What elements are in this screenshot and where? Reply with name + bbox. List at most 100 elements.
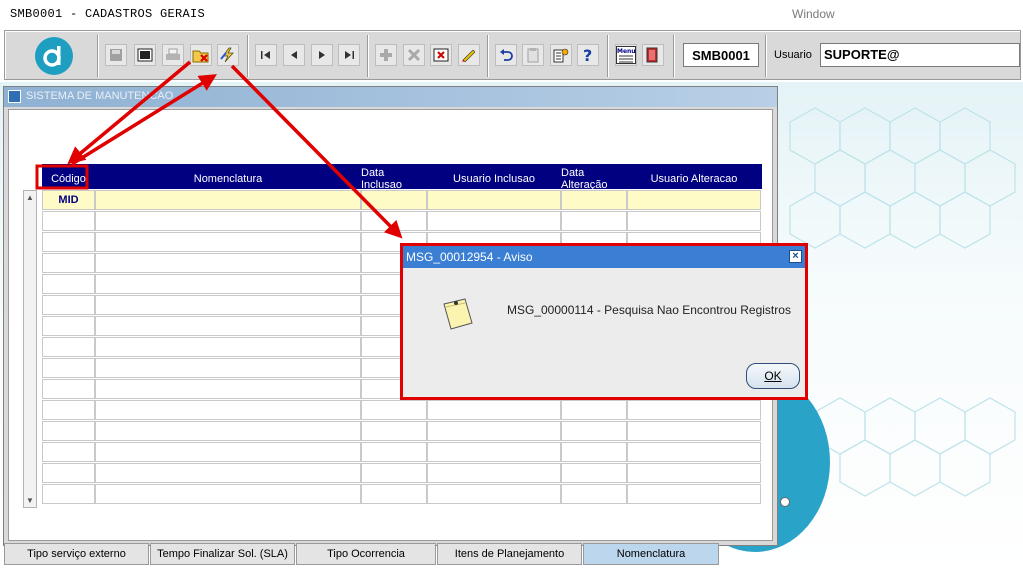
- table-cell[interactable]: [42, 316, 95, 336]
- table-cell[interactable]: [42, 337, 95, 357]
- execute-query-button[interactable]: [217, 44, 239, 66]
- table-cell[interactable]: MID: [42, 190, 95, 210]
- table-cell[interactable]: [427, 484, 561, 504]
- table-cell[interactable]: [95, 400, 361, 420]
- insert-record-button[interactable]: [375, 44, 397, 66]
- table-cell[interactable]: [361, 400, 427, 420]
- undo-icon: [500, 49, 513, 61]
- table-cell[interactable]: [427, 190, 561, 210]
- table-cell[interactable]: [427, 400, 561, 420]
- close-icon[interactable]: ×: [789, 250, 802, 263]
- tab-tipo-ocorrencia[interactable]: Tipo Ocorrencia: [296, 543, 436, 565]
- table-cell[interactable]: [561, 442, 627, 462]
- undo-button[interactable]: [495, 44, 517, 66]
- previous-record-button[interactable]: [283, 44, 305, 66]
- save-button[interactable]: [105, 44, 127, 66]
- table-cell[interactable]: [95, 253, 361, 273]
- table-cell[interactable]: [627, 400, 761, 420]
- tab-itens-planejamento[interactable]: Itens de Planejamento: [437, 543, 582, 565]
- table-cell[interactable]: [42, 295, 95, 315]
- ok-button[interactable]: OK: [746, 363, 800, 389]
- table-cell[interactable]: [561, 190, 627, 210]
- table-cell[interactable]: [95, 295, 361, 315]
- table-cell[interactable]: [361, 484, 427, 504]
- table-cell[interactable]: [95, 379, 361, 399]
- menu-button[interactable]: Menu: [615, 44, 637, 66]
- last-record-icon: [345, 51, 354, 59]
- edit-button[interactable]: [458, 44, 480, 66]
- table-cell[interactable]: [42, 379, 95, 399]
- table-cell[interactable]: [42, 463, 95, 483]
- table-cell[interactable]: [361, 421, 427, 441]
- table-cell[interactable]: [361, 442, 427, 462]
- table-cell[interactable]: [95, 442, 361, 462]
- clear-record-button[interactable]: [430, 44, 452, 66]
- table-cell[interactable]: [627, 421, 761, 441]
- table-row: [42, 483, 762, 504]
- svg-text:?: ?: [583, 47, 592, 63]
- table-cell[interactable]: [42, 442, 95, 462]
- table-cell[interactable]: [427, 442, 561, 462]
- table-cell[interactable]: [627, 190, 761, 210]
- table-cell[interactable]: [42, 253, 95, 273]
- table-cell[interactable]: [42, 232, 95, 252]
- table-cell[interactable]: [42, 211, 95, 231]
- clear-query-button[interactable]: [190, 44, 212, 66]
- user-field[interactable]: SUPORTE@: [820, 43, 1020, 67]
- table-cell[interactable]: [95, 316, 361, 336]
- table-cell[interactable]: [627, 484, 761, 504]
- table-cell[interactable]: [627, 463, 761, 483]
- column-header-nomenclatura: Nomenclatura: [193, 172, 263, 185]
- table-cell[interactable]: [42, 358, 95, 378]
- delete-record-button[interactable]: [403, 44, 425, 66]
- table-cell[interactable]: [95, 337, 361, 357]
- table-cell[interactable]: [561, 463, 627, 483]
- list-values-button[interactable]: [550, 44, 572, 66]
- tab-tipo-servico-externo[interactable]: Tipo serviço externo: [4, 543, 149, 565]
- tab-tempo-finalizar-sla[interactable]: Tempo Finalizar Sol. (SLA): [150, 543, 295, 565]
- scroll-up-icon[interactable]: ▲: [26, 193, 34, 202]
- app-title: SMB0001 - CADASTROS GERAIS: [10, 7, 206, 21]
- print-preview-button[interactable]: [134, 44, 156, 66]
- table-cell[interactable]: [42, 421, 95, 441]
- form-code-field: SMB0001: [683, 43, 759, 67]
- table-cell[interactable]: [427, 421, 561, 441]
- window-menu[interactable]: Window: [792, 7, 835, 21]
- table-cell[interactable]: [95, 421, 361, 441]
- help-button[interactable]: ?: [577, 44, 599, 66]
- table-cell[interactable]: [42, 274, 95, 294]
- table-cell[interactable]: [361, 463, 427, 483]
- table-cell[interactable]: [627, 442, 761, 462]
- table-cell[interactable]: [427, 463, 561, 483]
- table-cell[interactable]: [42, 400, 95, 420]
- tab-nomenclatura[interactable]: Nomenclatura: [583, 543, 719, 565]
- table-cell[interactable]: [42, 484, 95, 504]
- table-cell[interactable]: [561, 211, 627, 231]
- table-cell[interactable]: [95, 211, 361, 231]
- table-cell[interactable]: [561, 484, 627, 504]
- table-cell[interactable]: [95, 463, 361, 483]
- exit-button[interactable]: [642, 44, 664, 66]
- dialog-title: MSG_00012954 - Aviso: [406, 250, 533, 264]
- table-cell[interactable]: [361, 211, 427, 231]
- next-record-button[interactable]: [311, 44, 333, 66]
- toolbar-separator: [97, 35, 99, 77]
- last-record-button[interactable]: [338, 44, 360, 66]
- scroll-down-icon[interactable]: ▼: [26, 496, 34, 505]
- table-cell[interactable]: [561, 400, 627, 420]
- table-cell[interactable]: [95, 190, 361, 210]
- column-header-data-inclusao: Data Inclusao: [361, 166, 402, 191]
- first-record-button[interactable]: [255, 44, 277, 66]
- table-cell[interactable]: [95, 358, 361, 378]
- table-cell[interactable]: [627, 211, 761, 231]
- clipboard-button[interactable]: [522, 44, 544, 66]
- toolbar-separator: [247, 35, 249, 77]
- table-cell[interactable]: [427, 211, 561, 231]
- table-cell[interactable]: [95, 232, 361, 252]
- table-cell[interactable]: [95, 274, 361, 294]
- table-cell[interactable]: [561, 421, 627, 441]
- table-cell[interactable]: [361, 190, 427, 210]
- print-button[interactable]: [162, 44, 184, 66]
- table-cell[interactable]: [95, 484, 361, 504]
- grid-scrollbar[interactable]: ▲ ▼: [23, 190, 37, 508]
